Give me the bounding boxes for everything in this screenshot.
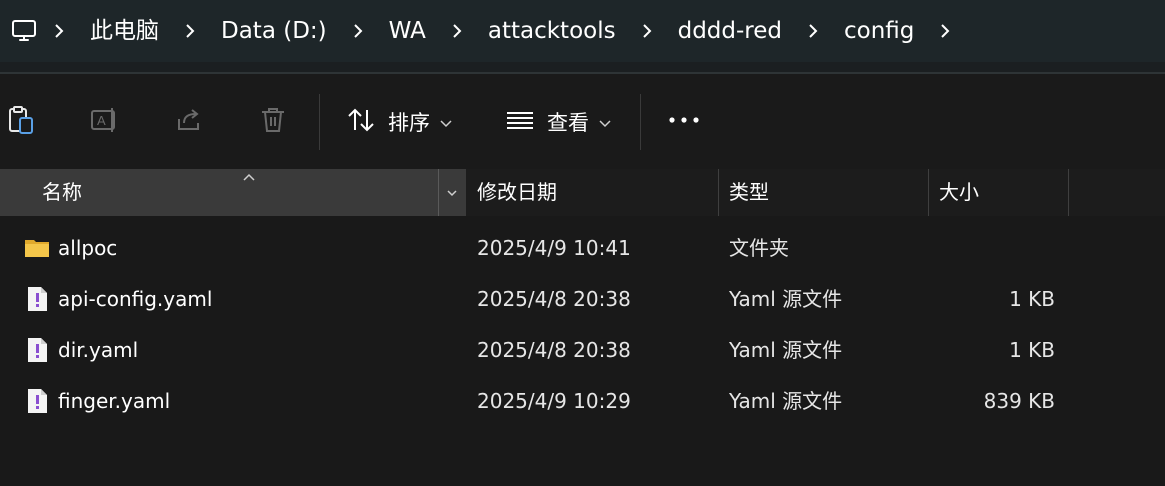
trash-icon <box>258 105 288 139</box>
file-size: 1 KB <box>1009 287 1055 311</box>
share-button[interactable] <box>174 96 204 148</box>
column-header: 名称 修改日期 类型 大小 <box>0 169 1165 216</box>
breadcrumb-data-drive[interactable]: Data (D:) <box>211 0 337 62</box>
chevron-right-icon[interactable] <box>792 0 834 62</box>
rename-button[interactable]: A <box>90 96 120 148</box>
sort-ascending-icon <box>242 167 256 186</box>
file-type: Yaml 源文件 <box>729 338 843 362</box>
chevron-down-icon <box>440 113 452 132</box>
breadcrumb-this-pc[interactable]: 此电脑 <box>80 0 169 62</box>
chevron-right-icon[interactable] <box>169 0 211 62</box>
list-view-icon <box>505 105 535 139</box>
breadcrumb-dddd-red[interactable]: dddd-red <box>668 0 792 62</box>
file-row[interactable]: allpoc 2025/4/9 10:41 文件夹 <box>0 223 1165 274</box>
sort-arrows-icon <box>346 105 376 139</box>
chevron-down-icon <box>599 113 611 132</box>
breadcrumb-wa[interactable]: WA <box>379 0 436 62</box>
file-type: 文件夹 <box>729 236 789 260</box>
chevron-down-icon[interactable] <box>446 185 458 204</box>
breadcrumb: 此电脑 Data (D:) WA attacktools dddd-red co… <box>0 0 966 62</box>
clipboard-icon <box>6 105 36 139</box>
yaml-file-icon <box>24 286 50 312</box>
folder-icon <box>24 235 50 261</box>
view-label: 查看 <box>547 111 589 135</box>
delete-button[interactable] <box>258 96 288 148</box>
file-row[interactable]: api-config.yaml 2025/4/8 20:38 Yaml 源文件 … <box>0 274 1165 325</box>
address-bar[interactable]: 此电脑 Data (D:) WA attacktools dddd-red co… <box>0 0 1165 62</box>
column-header-size[interactable]: 大小 <box>929 169 1069 216</box>
file-date: 2025/4/9 10:41 <box>477 236 631 260</box>
svg-text:A: A <box>97 113 106 128</box>
yaml-file-icon <box>24 388 50 414</box>
column-divider[interactable] <box>1068 169 1069 216</box>
file-date: 2025/4/9 10:29 <box>477 389 631 413</box>
chevron-right-icon[interactable] <box>38 0 80 62</box>
more-dots-icon <box>668 105 700 139</box>
file-date: 2025/4/8 20:38 <box>477 287 631 311</box>
sort-button[interactable]: 排序 <box>346 96 452 148</box>
divider <box>438 169 439 216</box>
toolbar-divider <box>319 94 320 150</box>
chevron-right-icon[interactable] <box>337 0 379 62</box>
file-size: 1 KB <box>1009 338 1055 362</box>
breadcrumb-config[interactable]: config <box>834 0 924 62</box>
chevron-right-icon[interactable] <box>626 0 668 62</box>
column-name-label: 名称 <box>42 180 82 204</box>
rename-icon: A <box>90 105 120 139</box>
file-type: Yaml 源文件 <box>729 389 843 413</box>
file-name: allpoc <box>58 236 118 260</box>
chevron-right-icon[interactable] <box>436 0 478 62</box>
file-size: 839 KB <box>983 389 1055 413</box>
more-options-button[interactable] <box>668 96 700 148</box>
file-name: dir.yaml <box>58 338 139 362</box>
file-date: 2025/4/8 20:38 <box>477 338 631 362</box>
file-name: finger.yaml <box>58 389 171 413</box>
yaml-file-icon <box>24 337 50 363</box>
file-type: Yaml 源文件 <box>729 287 843 311</box>
file-row[interactable]: dir.yaml 2025/4/8 20:38 Yaml 源文件 1 KB <box>0 325 1165 376</box>
toolbar-divider <box>640 94 641 150</box>
file-name: api-config.yaml <box>58 287 213 311</box>
file-row[interactable]: finger.yaml 2025/4/9 10:29 Yaml 源文件 839 … <box>0 376 1165 427</box>
address-bar-spacer <box>0 62 1165 72</box>
command-bar: A 排序 查看 <box>0 74 1165 169</box>
sort-label: 排序 <box>388 111 430 135</box>
view-button[interactable]: 查看 <box>505 96 611 148</box>
paste-button[interactable] <box>6 96 36 148</box>
share-icon <box>174 105 204 139</box>
monitor-icon[interactable] <box>10 17 38 45</box>
breadcrumb-attacktools[interactable]: attacktools <box>478 0 626 62</box>
column-header-name[interactable]: 名称 <box>0 169 466 216</box>
chevron-right-icon[interactable] <box>924 0 966 62</box>
column-header-type[interactable]: 类型 <box>719 169 929 216</box>
column-header-date[interactable]: 修改日期 <box>467 169 717 216</box>
